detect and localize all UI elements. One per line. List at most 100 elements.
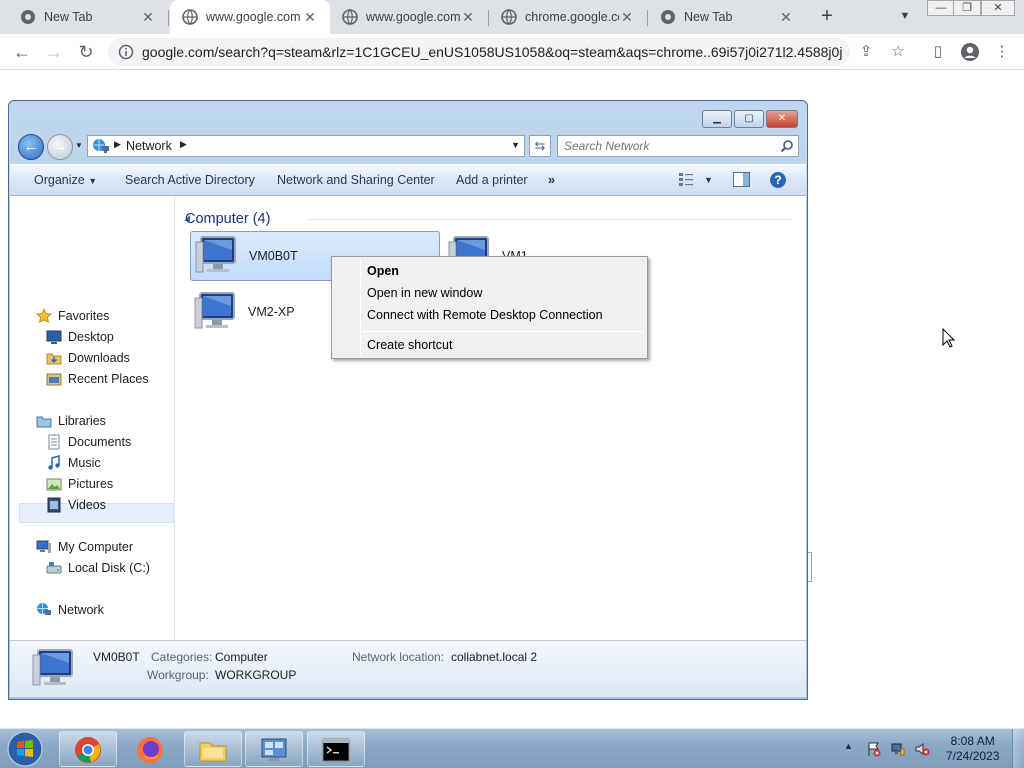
tab-title: chrome.google.co (525, 10, 619, 24)
libraries-icon (36, 416, 52, 427)
profile-avatar-icon[interactable] (960, 42, 980, 62)
volume-muted-icon[interactable] (914, 741, 930, 757)
network-sharing-center-button[interactable]: Network and Sharing Center (277, 173, 435, 187)
windows-taskbar: ▲ 8:08 AM 7/24/2023 (0, 728, 1024, 768)
tab-new-tab-2[interactable]: New Tab ✕ (648, 0, 806, 34)
chrome-tab-icon (21, 10, 35, 24)
navigation-pane: Favorites Desktop Downloads Recent Place… (10, 196, 175, 640)
menu-item-open-new-window[interactable]: Open in new window (367, 286, 482, 300)
nav-local-disk[interactable]: Local Disk (C:) (46, 558, 150, 577)
back-button[interactable]: ← (8, 38, 36, 66)
nav-label: Favorites (58, 308, 110, 323)
breadcrumb-arrow-icon[interactable]: ▶ (114, 139, 121, 150)
taskbar-file-explorer[interactable] (184, 731, 242, 767)
explorer-address-bar[interactable]: ▶ Network ▶ ▼ (87, 135, 525, 157)
menu-item-connect-rdp[interactable]: Connect with Remote Desktop Connection (367, 308, 603, 322)
firefox-icon (137, 737, 163, 763)
search-icon[interactable] (780, 139, 794, 153)
close-tab-icon[interactable]: ✕ (302, 9, 318, 26)
nav-label: Libraries (58, 413, 106, 428)
search-active-directory-button[interactable]: Search Active Directory (125, 173, 255, 187)
taskbar-control-panel[interactable] (245, 731, 303, 767)
more-commands-button[interactable]: » (548, 173, 555, 187)
change-view-icon[interactable] (678, 171, 694, 190)
nav-documents[interactable]: Documents (46, 432, 131, 451)
computer-icon (32, 649, 73, 686)
taskbar-firefox[interactable] (121, 731, 179, 767)
bookmark-star-icon[interactable]: ☆ (888, 42, 908, 62)
computer-icon (194, 292, 235, 329)
nav-desktop[interactable]: Desktop (46, 327, 114, 346)
network-status-icon[interactable] (890, 741, 906, 757)
explorer-window: ▁ ▢ ✕ ← → ▼ ▶ Network ▶ ▼ ⇆ Organize ▼ S… (8, 100, 808, 700)
site-info-icon[interactable] (118, 44, 134, 60)
close-window-button[interactable]: ✕ (981, 0, 1015, 16)
nav-pictures[interactable]: Pictures (46, 474, 113, 493)
help-icon[interactable]: ? (769, 171, 787, 192)
refresh-button[interactable]: ⇆ (529, 135, 551, 157)
chrome-menu-icon[interactable]: ⋮ (992, 42, 1012, 62)
mouse-pointer-icon (942, 328, 956, 348)
new-tab-button[interactable]: + (816, 5, 838, 27)
downloads-folder-icon (46, 353, 62, 364)
address-dropdown-icon[interactable]: ▼ (511, 140, 520, 150)
close-tab-icon[interactable]: ✕ (460, 9, 476, 26)
terminal-icon (322, 738, 350, 762)
tab-new-tab-1[interactable]: New Tab ✕ (8, 0, 168, 34)
pictures-icon (46, 478, 62, 490)
start-button[interactable] (4, 730, 46, 768)
share-icon[interactable]: ⇪ (856, 42, 876, 62)
taskbar-chrome[interactable] (59, 731, 117, 767)
close-tab-icon[interactable]: ✕ (778, 9, 794, 26)
tab-google-active[interactable]: www.google.com ✕ (170, 0, 330, 34)
group-header-computer[interactable]: Computer (4) (185, 211, 270, 227)
taskbar-command-prompt[interactable] (307, 731, 365, 767)
minimize-button[interactable]: — (927, 0, 955, 16)
show-hidden-icons-icon[interactable]: ▲ (844, 741, 853, 751)
close-tab-icon[interactable]: ✕ (140, 9, 156, 26)
show-desktop-button[interactable] (1012, 729, 1024, 768)
nav-libraries[interactable]: Libraries (36, 411, 106, 430)
view-options-chevron-icon[interactable]: ▼ (704, 175, 713, 185)
forward-button[interactable]: → (40, 38, 68, 66)
organize-label: Organize (34, 173, 85, 187)
close-tab-icon[interactable]: ✕ (619, 9, 635, 26)
search-network-box[interactable] (557, 135, 799, 157)
recent-pages-chevron-icon[interactable]: ▼ (75, 141, 83, 150)
search-input[interactable] (564, 138, 774, 154)
nav-videos[interactable]: Videos (46, 495, 106, 514)
address-bar[interactable]: google.com/search?q=steam&rlz=1C1GCEU_en… (108, 38, 850, 66)
documents-icon (48, 434, 60, 449)
preview-pane-icon[interactable] (733, 172, 750, 191)
explorer-back-button[interactable]: ← (18, 134, 44, 160)
menu-item-create-shortcut[interactable]: Create shortcut (367, 338, 452, 352)
tab-google-2[interactable]: www.google.com ✕ (330, 0, 488, 34)
explorer-maximize-button[interactable]: ▢ (734, 110, 764, 128)
tab-search-chevron-icon[interactable]: ▼ (895, 6, 915, 26)
organize-menu[interactable]: Organize ▼ (34, 173, 97, 187)
nav-favorites[interactable]: Favorites (36, 306, 109, 325)
reload-button[interactable]: ↻ (72, 38, 100, 66)
tab-chrome-google[interactable]: chrome.google.co ✕ (489, 0, 647, 34)
nav-music[interactable]: Music (46, 453, 101, 472)
nav-network[interactable]: Network (36, 600, 104, 619)
breadcrumb-arrow-icon[interactable]: ▶ (180, 139, 187, 150)
explorer-close-button[interactable]: ✕ (766, 110, 798, 128)
nav-downloads[interactable]: Downloads (46, 348, 130, 367)
restore-button[interactable]: ❐ (953, 0, 981, 16)
taskbar-clock[interactable]: 8:08 AM 7/24/2023 (946, 734, 999, 764)
url-text[interactable]: google.com/search?q=steam&rlz=1C1GCEU_en… (142, 44, 842, 60)
nav-label: Pictures (68, 476, 114, 491)
add-printer-button[interactable]: Add a printer (456, 173, 528, 187)
page-scroll-edge (808, 552, 812, 582)
explorer-minimize-button[interactable]: ▁ (702, 110, 732, 128)
explorer-forward-button[interactable]: → (47, 134, 73, 160)
breadcrumb-network[interactable]: Network (126, 139, 172, 153)
nav-label: Music (68, 455, 101, 470)
nav-recent-places[interactable]: Recent Places (46, 369, 149, 388)
side-panel-icon[interactable]: ▯ (928, 42, 948, 62)
nav-my-computer[interactable]: My Computer (36, 537, 133, 556)
action-center-flag-icon[interactable] (866, 741, 882, 757)
menu-item-open[interactable]: Open (367, 264, 399, 278)
computer-icon (195, 236, 236, 273)
